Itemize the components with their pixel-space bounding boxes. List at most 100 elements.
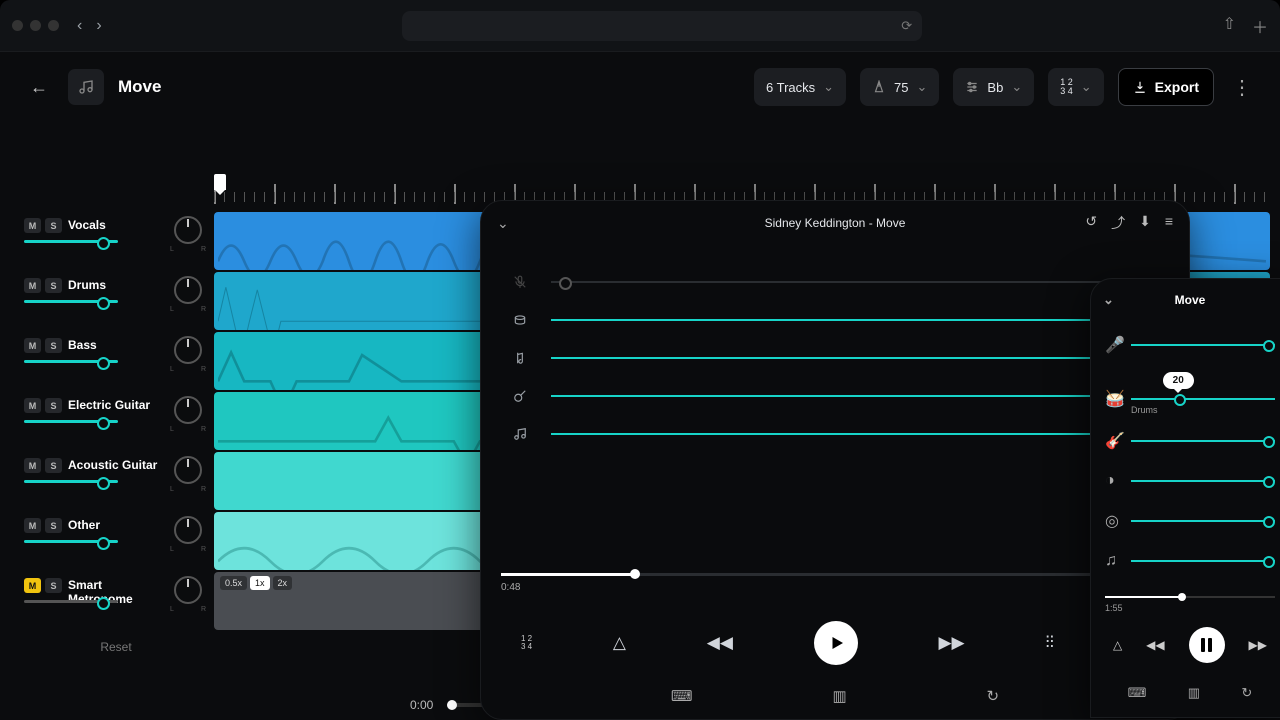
volume-slider[interactable] <box>24 300 118 303</box>
timesig-button[interactable]: 1 23 4 <box>521 635 532 651</box>
mute-button[interactable]: M <box>24 338 41 353</box>
solo-button[interactable]: S <box>45 578 62 593</box>
volume-slider[interactable] <box>1131 440 1275 442</box>
rewind-button[interactable]: ◀◀ <box>1146 638 1164 652</box>
pan-knob[interactable] <box>174 396 202 424</box>
export-button[interactable]: Export <box>1118 68 1214 106</box>
volume-slider[interactable] <box>551 281 1157 283</box>
download-icon[interactable]: ⬇ <box>1139 213 1151 233</box>
volume-slider[interactable] <box>551 395 1157 397</box>
volume-slider[interactable] <box>24 360 118 363</box>
volume-slider[interactable] <box>24 240 118 243</box>
key-selector[interactable]: Bb⌄ <box>953 68 1034 106</box>
loop-icon[interactable]: ↺ <box>1085 213 1097 233</box>
pan-knob[interactable] <box>174 456 202 484</box>
solo-button[interactable]: S <box>45 458 62 473</box>
reset-button[interactable]: Reset <box>24 640 208 654</box>
mixer-icon[interactable]: ⫶⫶ <box>1045 633 1054 653</box>
back-button[interactable]: ← <box>24 72 54 102</box>
pan-knob[interactable] <box>174 216 202 244</box>
playhead[interactable] <box>214 174 226 190</box>
volume-slider[interactable] <box>24 420 118 423</box>
address-bar[interactable]: ⟳ <box>402 11 922 41</box>
play-button[interactable] <box>814 621 858 665</box>
forward-button[interactable]: ▶▶ <box>1249 638 1267 652</box>
pause-button[interactable] <box>1189 627 1225 663</box>
bass-icon[interactable] <box>513 351 533 365</box>
rewind-button[interactable]: ◀◀ <box>707 633 733 653</box>
refresh-icon[interactable]: ⟳ <box>901 18 912 34</box>
nav-back-icon[interactable]: ‹ <box>77 17 82 35</box>
volume-slider[interactable] <box>1131 480 1275 482</box>
track-row: MS Electric Guitar LR <box>24 392 208 450</box>
music-icon[interactable] <box>513 427 533 441</box>
playback-progress[interactable] <box>501 573 1169 576</box>
pan-knob[interactable] <box>174 516 202 544</box>
piano-icon[interactable]: ▥ <box>832 687 846 705</box>
value-bubble: 20 <box>1163 372 1194 389</box>
speed-0-5x[interactable]: 0.5x <box>220 576 247 590</box>
new-tab-icon[interactable]: ＋ <box>1252 14 1268 38</box>
collapse-icon[interactable]: ⌄ <box>497 215 509 232</box>
speed-2x[interactable]: 2x <box>273 576 293 590</box>
tracks-selector[interactable]: 6 Tracks⌄ <box>754 68 846 106</box>
solo-button[interactable]: S <box>45 278 62 293</box>
drums-icon[interactable]: 🥁 <box>1105 389 1121 409</box>
guitar-icon[interactable] <box>513 389 533 403</box>
mute-button[interactable]: M <box>24 398 41 413</box>
menu-icon[interactable]: ≡ <box>1165 213 1173 233</box>
repeat-icon[interactable]: ↻ <box>986 687 999 705</box>
mute-button[interactable]: M <box>24 458 41 473</box>
volume-slider[interactable] <box>551 319 1157 321</box>
volume-slider[interactable] <box>24 480 118 483</box>
music-icon[interactable]: ♫ <box>1105 552 1121 570</box>
solo-button[interactable]: S <box>45 398 62 413</box>
nav-forward-icon[interactable]: › <box>96 17 101 35</box>
mic-icon[interactable]: 🎤 <box>1105 335 1121 355</box>
track-name: Other <box>68 518 100 532</box>
metronome-icon[interactable]: △ <box>613 633 626 653</box>
volume-slider[interactable] <box>551 433 1157 435</box>
piano-icon[interactable]: ▥ <box>1188 685 1200 701</box>
track-row: MS Smart Metronome LR <box>24 572 208 630</box>
mic-off-icon[interactable] <box>513 275 533 289</box>
volume-slider[interactable] <box>551 357 1157 359</box>
repeat-icon[interactable]: ↻ <box>1241 685 1252 701</box>
mute-button[interactable]: M <box>24 518 41 533</box>
tablet-mixer <box>481 245 1189 453</box>
mute-button[interactable]: M <box>24 218 41 233</box>
playback-progress[interactable] <box>1105 596 1275 598</box>
solo-button[interactable]: S <box>45 218 62 233</box>
pan-knob[interactable] <box>174 276 202 304</box>
volume-slider[interactable] <box>1131 344 1275 346</box>
playback-time: 0:48 <box>501 582 1169 593</box>
forward-button[interactable]: ▶▶ <box>938 633 964 653</box>
chat-icon[interactable]: ⌨ <box>671 687 693 705</box>
volume-slider[interactable]: 20 <box>1131 398 1275 400</box>
speed-1x[interactable]: 1x <box>250 576 270 590</box>
volume-slider[interactable] <box>24 600 118 603</box>
track-row: MS Drums LR <box>24 272 208 330</box>
solo-button[interactable]: S <box>45 518 62 533</box>
guitar-icon[interactable]: ◑ <box>1105 472 1121 490</box>
volume-slider[interactable] <box>1131 520 1275 522</box>
volume-slider[interactable] <box>24 540 118 543</box>
bass-icon[interactable]: 🎸 <box>1105 431 1121 451</box>
percussion-icon[interactable]: ◎ <box>1105 511 1121 531</box>
pan-knob[interactable] <box>174 336 202 364</box>
mute-button[interactable]: M <box>24 578 41 593</box>
collapse-icon[interactable]: ⌄ <box>1103 292 1114 308</box>
share-icon[interactable]: ⇧ <box>1223 14 1236 38</box>
mute-button[interactable]: M <box>24 278 41 293</box>
metronome-icon[interactable]: △ <box>1113 638 1122 652</box>
volume-slider[interactable] <box>1131 560 1275 562</box>
pan-knob[interactable] <box>174 576 202 604</box>
share-icon[interactable]: ⤴ <box>1111 213 1125 233</box>
tempo-selector[interactable]: 75⌄ <box>860 68 939 106</box>
more-menu-icon[interactable]: ⋮ <box>1228 75 1256 100</box>
track-name: Electric Guitar <box>68 398 150 412</box>
drums-icon[interactable] <box>513 313 533 327</box>
solo-button[interactable]: S <box>45 338 62 353</box>
chat-icon[interactable]: ⌨ <box>1128 685 1147 701</box>
timesig-selector[interactable]: 1 2 3 4 ⌄ <box>1048 68 1103 106</box>
